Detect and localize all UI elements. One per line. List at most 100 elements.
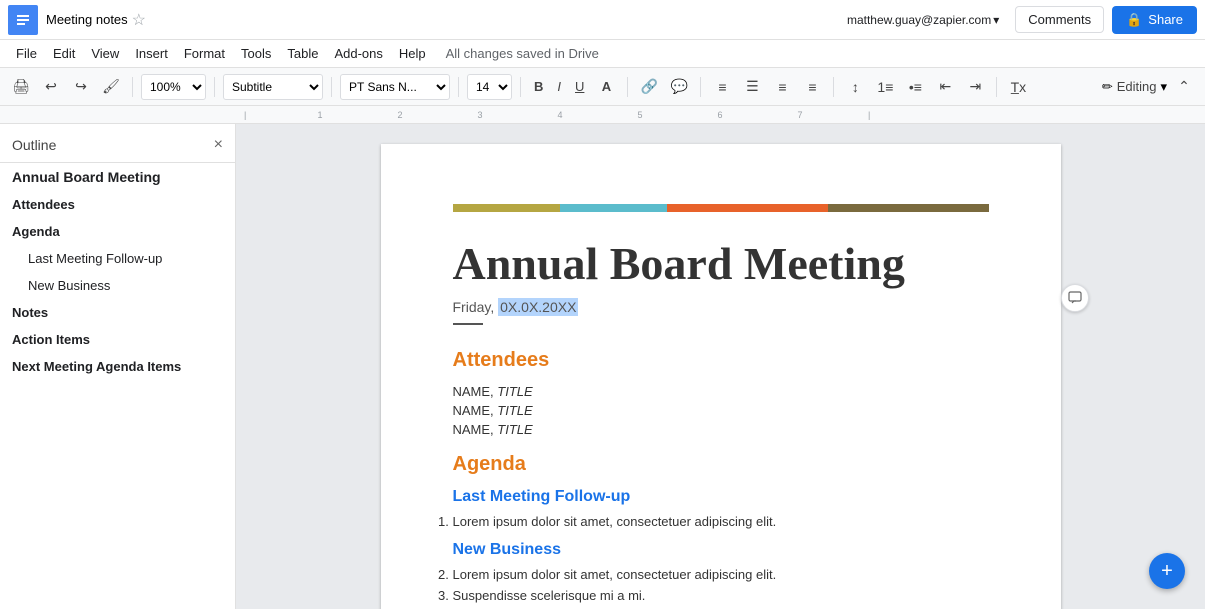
sidebar-header: Outline × [0, 124, 235, 163]
document-page: Annual Board Meeting Friday, 0X.0X.20XX … [381, 144, 1061, 609]
font-name-select[interactable]: PT Sans N... [340, 74, 450, 100]
bullet-list-button[interactable]: •≡ [902, 74, 928, 100]
editing-dropdown-icon[interactable]: ▾ [1160, 79, 1167, 95]
document-title[interactable]: Meeting notes [46, 12, 128, 27]
user-email: matthew.guay@zapier.com [847, 13, 991, 27]
attendee-1-title: TITLE [497, 384, 532, 399]
menu-edit[interactable]: Edit [45, 42, 83, 65]
increase-indent-button[interactable]: ⇥ [962, 74, 988, 100]
decrease-indent-button[interactable]: ⇤ [932, 74, 958, 100]
comment-button[interactable]: 💬 [666, 74, 692, 100]
toolbar-divider-5 [520, 77, 521, 97]
zoom-select[interactable]: 100% [141, 74, 206, 100]
app-logo[interactable] [8, 5, 38, 35]
attendees-heading: Attendees [453, 349, 989, 372]
outline-item-notes[interactable]: Notes [0, 299, 235, 326]
document-area[interactable]: Annual Board Meeting Friday, 0X.0X.20XX … [236, 124, 1205, 609]
attendee-3-name: NAME, [453, 422, 494, 437]
menu-table[interactable]: Table [279, 42, 326, 65]
outline-item-last-meeting[interactable]: Last Meeting Follow-up [0, 245, 235, 272]
color-bar [453, 204, 989, 212]
collapse-toolbar-button[interactable]: ⌃ [1171, 74, 1197, 100]
align-right-button[interactable]: ≡ [769, 74, 795, 100]
paint-format-button[interactable]: 🖌 [98, 74, 124, 100]
menu-tools[interactable]: Tools [233, 42, 279, 65]
menu-insert[interactable]: Insert [127, 42, 176, 65]
toolbar-divider-4 [458, 77, 459, 97]
toolbar-divider-8 [833, 77, 834, 97]
align-center-button[interactable]: ☰ [739, 74, 765, 100]
attendee-3: NAME, TITLE [453, 422, 989, 437]
attendee-2: NAME, TITLE [453, 403, 989, 418]
numbered-list-button[interactable]: 1≡ [872, 74, 898, 100]
agenda-item-1: Lorem ipsum dolor sit amet, consectetuer… [453, 514, 989, 529]
toolbar: 🖨 ↩ ↪ 🖌 100% Subtitle PT Sans N... 14 B … [0, 68, 1205, 106]
font-size-select[interactable]: 14 [467, 74, 512, 100]
clear-formatting-button[interactable]: T̲x [1005, 74, 1031, 100]
line-spacing-button[interactable]: ↕ [842, 74, 868, 100]
italic-button[interactable]: I [552, 74, 566, 100]
ruler: | 1 2 3 4 5 6 7 | [0, 106, 1205, 124]
inline-comment-button[interactable] [1061, 284, 1089, 312]
comments-button[interactable]: Comments [1015, 6, 1104, 33]
auto-save-status: All changes saved in Drive [446, 46, 599, 61]
text-color-button[interactable]: A [593, 74, 619, 100]
attendee-1-name: NAME, [453, 384, 494, 399]
last-meeting-heading: Last Meeting Follow-up [453, 488, 989, 506]
undo-button[interactable]: ↩ [38, 74, 64, 100]
color-segment-2 [560, 204, 667, 212]
outline-item-action-items[interactable]: Action Items [0, 326, 235, 353]
menu-bar: File Edit View Insert Format Tools Table… [0, 40, 1205, 68]
user-info: matthew.guay@zapier.com ▾ [847, 13, 999, 27]
agenda-heading: Agenda [453, 453, 989, 476]
print-button[interactable]: 🖨 [8, 74, 34, 100]
outline-item-new-business[interactable]: New Business [0, 272, 235, 299]
toolbar-divider-1 [132, 77, 133, 97]
menu-view[interactable]: View [83, 42, 127, 65]
document-date[interactable]: Friday, 0X.0X.20XX [453, 299, 989, 315]
document-main-title[interactable]: Annual Board Meeting [453, 236, 989, 291]
editing-area: ✏ Editing ▾ ⌃ [1102, 74, 1197, 100]
outline-item-next-meeting[interactable]: Next Meeting Agenda Items [0, 353, 235, 380]
toolbar-divider-7 [700, 77, 701, 97]
toolbar-divider-6 [627, 77, 628, 97]
agenda-item-2: Lorem ipsum dolor sit amet, consectetuer… [453, 567, 989, 582]
user-dropdown-icon[interactable]: ▾ [993, 13, 999, 27]
menu-help[interactable]: Help [391, 42, 434, 65]
menu-addons[interactable]: Add-ons [326, 42, 390, 65]
sidebar: Outline × Annual Board Meeting Attendees… [0, 124, 236, 609]
menu-file[interactable]: File [8, 42, 45, 65]
add-button[interactable]: + [1149, 553, 1185, 589]
date-label: Friday, [453, 299, 499, 315]
menu-format[interactable]: Format [176, 42, 233, 65]
agenda-item-3: Suspendisse scelerisque mi a mi. [453, 588, 989, 603]
style-select[interactable]: Subtitle [223, 74, 323, 100]
justify-button[interactable]: ≡ [799, 74, 825, 100]
color-segment-1 [453, 204, 560, 212]
star-icon[interactable]: ☆ [132, 10, 146, 30]
main-area: Outline × Annual Board Meeting Attendees… [0, 124, 1205, 609]
bold-button[interactable]: B [529, 74, 548, 100]
close-outline-button[interactable]: × [214, 136, 223, 154]
redo-button[interactable]: ↪ [68, 74, 94, 100]
toolbar-divider-2 [214, 77, 215, 97]
outline-item-agenda[interactable]: Agenda [0, 218, 235, 245]
attendee-1: NAME, TITLE [453, 384, 989, 399]
new-business-heading: New Business [453, 541, 989, 559]
outline-item-board-meeting[interactable]: Annual Board Meeting [0, 163, 235, 191]
align-left-button[interactable]: ≡ [709, 74, 735, 100]
editing-pencil-icon: ✏ [1102, 79, 1113, 95]
outline-item-attendees[interactable]: Attendees [0, 191, 235, 218]
top-bar: Meeting notes ☆ matthew.guay@zapier.com … [0, 0, 1205, 40]
share-label: Share [1148, 12, 1183, 27]
share-button[interactable]: 🔒 Share [1112, 6, 1197, 34]
outline-title: Outline [12, 137, 56, 153]
title-area: Meeting notes ☆ [46, 10, 839, 30]
share-lock-icon: 🔒 [1126, 12, 1142, 28]
attendee-2-name: NAME, [453, 403, 494, 418]
attendee-2-title: TITLE [497, 403, 532, 418]
link-button[interactable]: 🔗 [636, 74, 662, 100]
date-value: 0X.0X.20XX [498, 298, 578, 316]
document-divider [453, 323, 483, 325]
underline-button[interactable]: U [570, 74, 589, 100]
